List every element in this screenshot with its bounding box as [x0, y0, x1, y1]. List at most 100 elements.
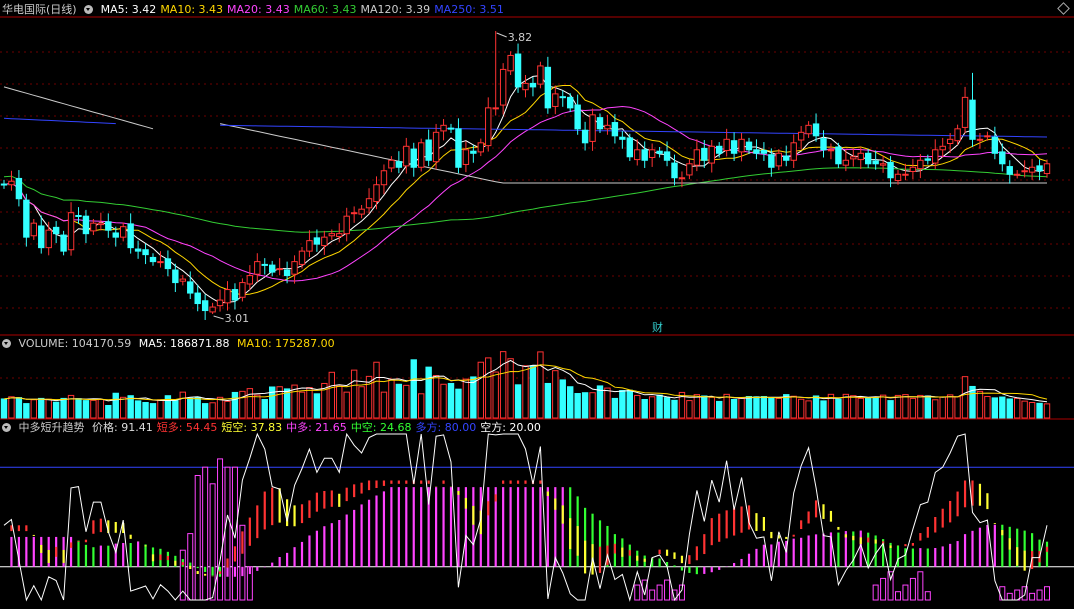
candle-body: [753, 149, 760, 154]
indicator-header: 中多短升趋势 价格: 91.41 短多: 54.45 短空: 37.83 中多: 21…: [2, 420, 549, 435]
ma-legend: MA5: 3.42 MA10: 3.43 MA20: 3.43 MA60: 3.43 M…: [101, 3, 508, 16]
dropdown-icon[interactable]: [84, 5, 94, 14]
volume-bar: [52, 401, 60, 419]
candle-body: [30, 222, 38, 237]
volume-bar: [961, 376, 969, 419]
candle-body: [544, 66, 552, 109]
volume-bar: [581, 392, 589, 419]
candle-body: [209, 306, 216, 313]
volume-bar: [1014, 397, 1021, 419]
magenta-bar: [999, 586, 1006, 601]
indicator-legend-item: 价格: 91.41: [92, 421, 153, 434]
candle-body: [261, 263, 268, 266]
volume-bar: [142, 401, 149, 419]
ma-legend-item: MA10: 3.43: [160, 3, 224, 16]
candle-body: [574, 104, 581, 130]
candle-body: [581, 129, 589, 144]
candle-body: [909, 166, 917, 172]
volume-bar: [604, 387, 611, 419]
volume-bar: [477, 361, 485, 419]
volume-bar: [0, 398, 8, 419]
candle-body: [522, 82, 529, 91]
volume-bar: [857, 397, 864, 419]
volume-bar: [760, 396, 768, 419]
candle-body: [246, 275, 254, 285]
volume-bar: [552, 370, 559, 419]
volume-bar: [209, 402, 216, 419]
volume-bar: [485, 357, 492, 419]
candle-body: [291, 261, 298, 275]
volume-bar: [105, 404, 112, 419]
candle-body: [380, 170, 388, 186]
stock-title: 华电国际(日线): [2, 3, 77, 16]
candle-body: [216, 299, 224, 307]
candle-body: [105, 221, 112, 231]
candle-body: [671, 162, 678, 179]
volume-bar: [380, 391, 388, 419]
candle-body: [90, 222, 97, 232]
candle-body: [120, 226, 127, 238]
candle-body: [157, 261, 164, 264]
candle-body: [768, 154, 775, 168]
volume-bar: [75, 398, 82, 419]
magenta-bar: [880, 577, 887, 601]
candle-body: [224, 289, 231, 304]
dropdown-icon[interactable]: [2, 423, 11, 432]
candle-body: [187, 281, 194, 294]
candle-body: [365, 198, 373, 209]
volume-bar: [298, 391, 306, 419]
volume-bar: [492, 371, 499, 419]
volume-bar: [976, 390, 984, 419]
candle-body: [604, 124, 611, 130]
candle-body: [797, 131, 805, 141]
volume-bar: [537, 351, 544, 419]
indicator-title: 中多短升趋势: [18, 421, 85, 434]
candle-body: [373, 184, 380, 203]
magenta-bar: [902, 584, 909, 601]
volume-bar: [619, 390, 626, 419]
volume-bar: [246, 388, 254, 419]
candle-body: [425, 139, 432, 161]
candle-body: [790, 142, 797, 161]
candle-body: [939, 145, 946, 151]
candle-body: [529, 82, 537, 88]
candle-body: [932, 149, 939, 164]
candle-body: [924, 158, 931, 161]
volume-bar: [373, 361, 380, 419]
volume-bar: [820, 400, 827, 419]
candle-body: [313, 237, 321, 245]
candle-body: [75, 214, 82, 217]
volume-bar: [187, 397, 194, 419]
candle-body: [850, 156, 857, 160]
candle-body: [902, 173, 909, 176]
volume-bar: [686, 400, 693, 419]
magenta-bar: [909, 577, 916, 601]
volume-bar: [932, 399, 939, 419]
candle-body: [149, 256, 157, 263]
candle-body: [254, 261, 261, 275]
volume-bar: [701, 395, 708, 419]
volume-bar: [134, 400, 142, 419]
volume-bar: [902, 394, 909, 419]
ma-legend-item: MA5: 3.42: [100, 3, 157, 16]
volume-bar: [745, 396, 753, 419]
volume-bar: [224, 400, 231, 419]
volume-bar: [120, 396, 127, 419]
dropdown-icon[interactable]: [2, 339, 11, 348]
candle-body: [395, 161, 403, 168]
candle-body: [775, 152, 782, 167]
volume-bar: [157, 399, 164, 419]
candle-body: [835, 146, 842, 165]
candle-body: [499, 68, 507, 106]
candle-body: [194, 292, 201, 305]
candle-body: [708, 145, 715, 164]
magenta-bar: [209, 483, 216, 601]
magenta-bar: [664, 579, 671, 601]
volume-bar: [23, 403, 30, 419]
candle-body: [23, 199, 30, 238]
candle-body: [641, 149, 648, 161]
candle-body: [321, 236, 328, 247]
event-marker[interactable]: 财: [652, 320, 663, 334]
candle-body: [343, 215, 350, 235]
volume-bar: [909, 397, 917, 419]
